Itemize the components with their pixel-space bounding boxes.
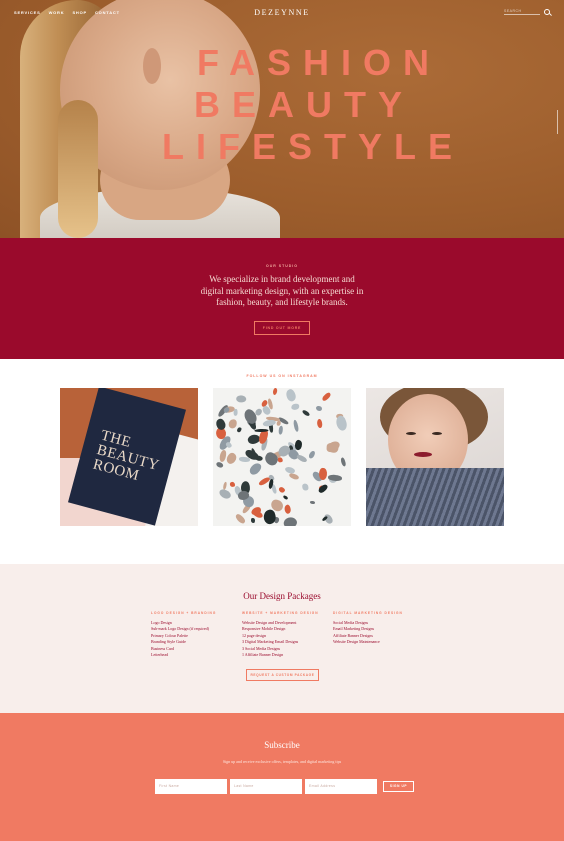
terrazzo-chip	[277, 425, 283, 436]
design-packages-section: Our Design Packages LOGO DESIGN + BRANDI…	[0, 564, 564, 713]
terrazzo-chip	[237, 426, 243, 433]
search-input[interactable]: SEARCH	[504, 9, 540, 15]
terrazzo-chip	[217, 488, 232, 501]
request-custom-package-button[interactable]: REQUEST A CUSTOM PACKAGE	[246, 669, 319, 681]
instagram-eyebrow: FOLLOW US ON INSTAGRAM	[246, 374, 318, 378]
terrazzo-chip	[291, 403, 300, 412]
terrazzo-chip	[320, 391, 332, 402]
studio-description: We specialize in brand development and d…	[200, 274, 364, 307]
package-item: Website Design Maintenance	[333, 639, 380, 645]
model-lips	[414, 452, 432, 457]
studio-section: OUR STUDIO We specialize in brand develo…	[0, 238, 564, 359]
package-heading: WEBSITE + MARKETING DESIGN	[242, 611, 319, 615]
terrazzo-chip	[327, 474, 343, 481]
terrazzo-chip	[271, 388, 278, 397]
email-field[interactable]: Email Address	[305, 779, 377, 794]
terrazzo-chip	[318, 467, 328, 481]
terrazzo-chip	[315, 418, 323, 429]
model-sweater	[366, 468, 504, 526]
terrazzo-chip	[317, 482, 329, 494]
terrazzo-chip	[295, 453, 308, 464]
package-column-logo: LOGO DESIGN + BRANDING Logo Design Sub-m…	[151, 611, 242, 658]
terrazzo-chip	[214, 460, 224, 470]
terrazzo-chip	[224, 450, 239, 465]
hero-line-beauty: BEAUTY	[193, 84, 414, 125]
hero-line-lifestyle: LIFESTYLE	[161, 126, 464, 167]
terrazzo-chip	[315, 405, 323, 412]
search-box[interactable]: SEARCH	[504, 9, 550, 15]
terrazzo-chip	[282, 495, 289, 501]
terrazzo-chip	[218, 449, 227, 462]
terrazzo-chip	[340, 457, 348, 467]
find-out-more-button[interactable]: FIND OUT MORE	[253, 320, 311, 335]
packages-title: Our Design Packages	[243, 591, 321, 601]
subscribe-description: Sign up and receive exclusive offers, te…	[222, 759, 342, 764]
terrazzo-chip	[310, 500, 316, 505]
subscribe-form: First Name Last Name Email Address SIGN …	[155, 779, 414, 794]
search-icon[interactable]	[544, 9, 550, 15]
terrazzo-chip	[233, 408, 239, 416]
site-logo[interactable]: DEZEYNNE	[0, 8, 564, 17]
studio-eyebrow: OUR STUDIO	[266, 264, 298, 268]
instagram-post-business-card[interactable]: THE BEAUTY ROOM	[60, 388, 198, 526]
terrazzo-chip	[228, 418, 237, 429]
model-eye	[432, 432, 442, 435]
hero-headline: FASHION BEAUTY LIFESTYLE	[0, 42, 564, 168]
hero-section: SERVICES WORK SHOP CONTACT DEZEYNNE SEAR…	[0, 0, 564, 238]
terrazzo-chip	[301, 409, 311, 417]
sign-up-button[interactable]: SIGN UP	[383, 781, 414, 792]
package-heading: LOGO DESIGN + BRANDING	[151, 611, 217, 615]
package-item: 1 Affiliate Banner Design	[242, 652, 284, 658]
terrazzo-chip	[251, 517, 256, 523]
packages-columns: LOGO DESIGN + BRANDING Logo Design Sub-m…	[151, 611, 424, 658]
instagram-post-terrazzo[interactable]	[213, 388, 351, 526]
package-column-website: WEBSITE + MARKETING DESIGN Website Desig…	[242, 611, 333, 658]
terrazzo-chip	[277, 485, 286, 494]
terrazzo-chip	[292, 419, 299, 433]
subscribe-title: Subscribe	[264, 740, 300, 750]
package-item: Letterhead	[151, 652, 169, 658]
terrazzo-chip	[283, 503, 292, 515]
first-name-field[interactable]: First Name	[155, 779, 227, 794]
terrazzo-chip	[308, 449, 316, 460]
terrazzo-chip	[235, 393, 247, 403]
terrazzo-chip	[301, 483, 309, 491]
instagram-post-model[interactable]	[366, 388, 504, 526]
subscribe-section: Subscribe Sign up and receive exclusive …	[0, 713, 564, 841]
package-column-digital: DIGITAL MARKETING DESIGN Social Media De…	[333, 611, 424, 658]
package-heading: DIGITAL MARKETING DESIGN	[333, 611, 403, 615]
instagram-section: FOLLOW US ON INSTAGRAM THE BEAUTY ROOM	[0, 359, 564, 564]
terrazzo-chip	[284, 388, 298, 403]
hero-line-fashion: FASHION	[196, 42, 441, 83]
last-name-field[interactable]: Last Name	[230, 779, 302, 794]
terrazzo-chip	[247, 460, 263, 477]
terrazzo-chip	[294, 438, 304, 450]
model-eye	[406, 432, 416, 435]
terrazzo-chip	[234, 513, 247, 525]
terrazzo-chip	[324, 438, 342, 455]
terrazzo-chip	[281, 514, 299, 526]
